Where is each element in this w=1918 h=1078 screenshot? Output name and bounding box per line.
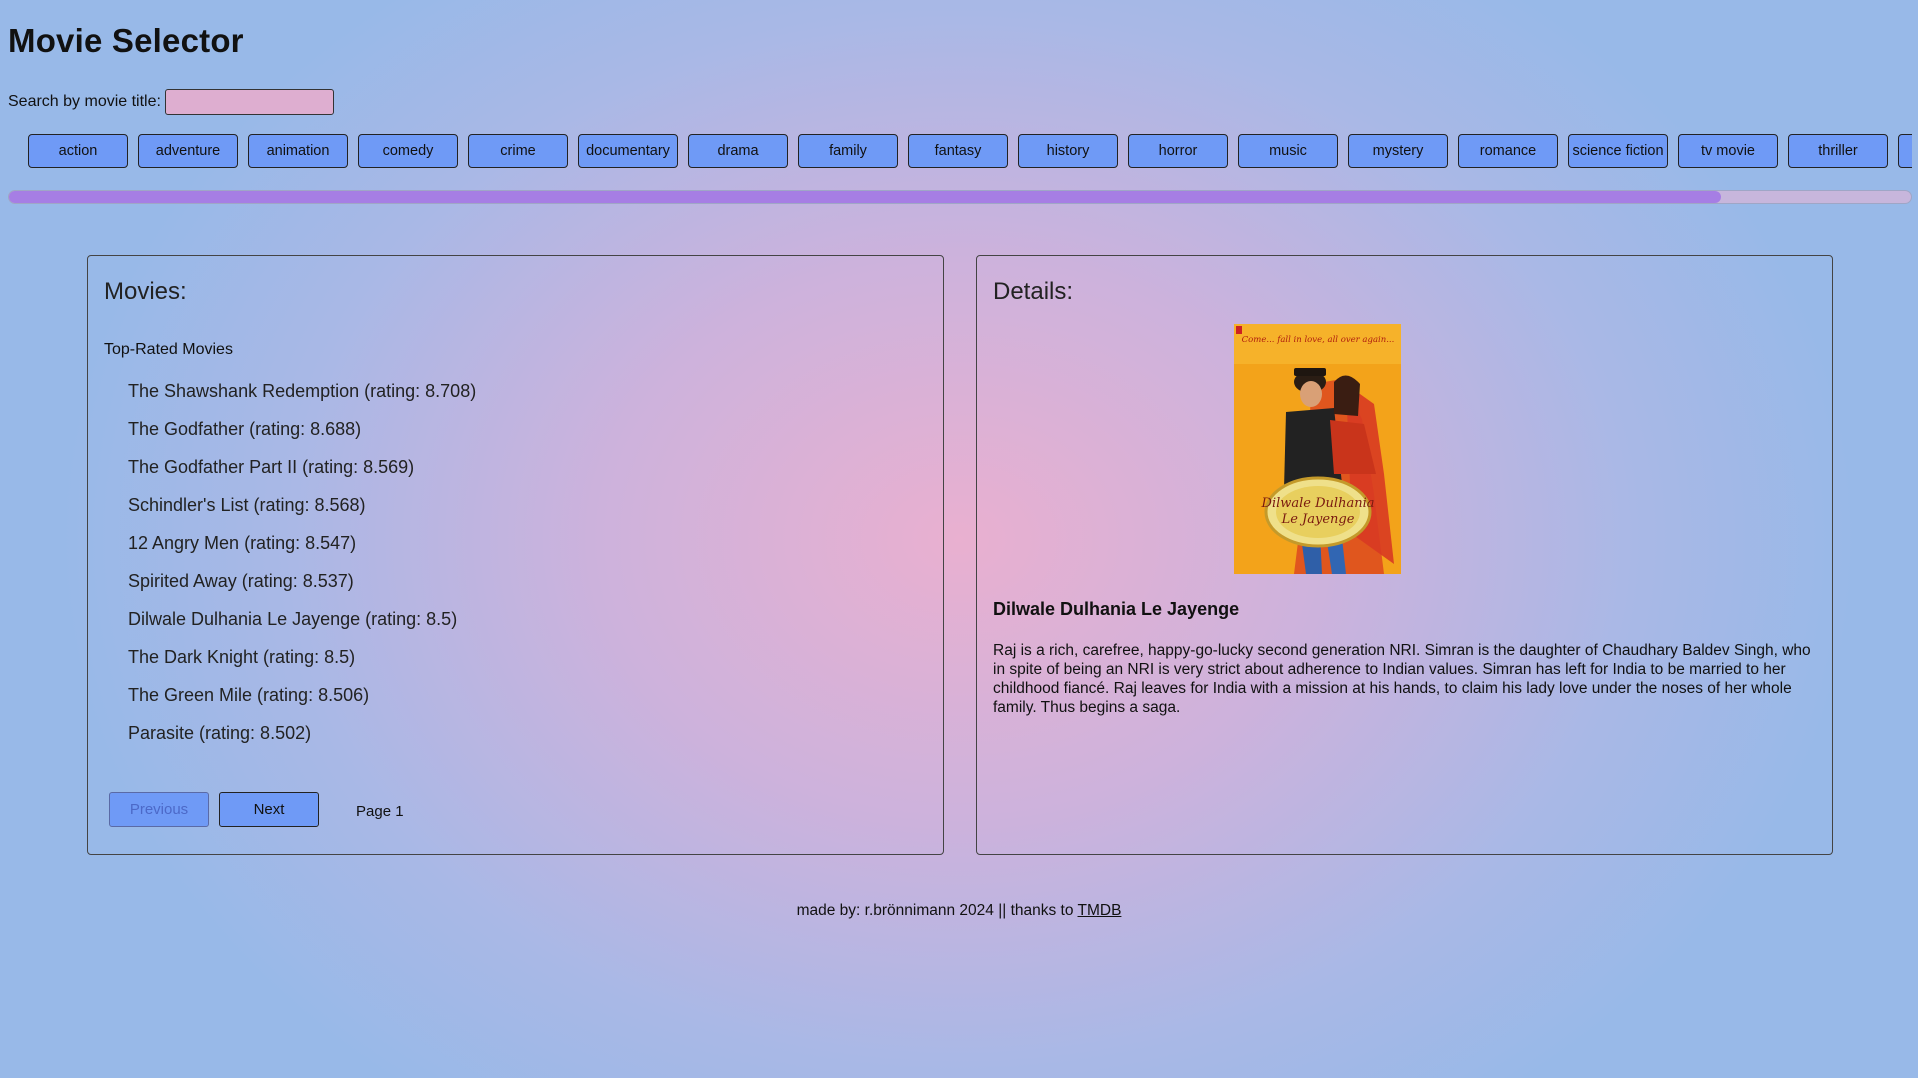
movie-list-item[interactable]: The Green Mile (rating: 8.506) xyxy=(128,684,476,722)
movie-list-item[interactable]: Spirited Away (rating: 8.537) xyxy=(128,570,476,608)
movie-list-item[interactable]: The Dark Knight (rating: 8.5) xyxy=(128,646,476,684)
genre-button[interactable]: adventure xyxy=(138,134,238,168)
genre-button[interactable]: family xyxy=(798,134,898,168)
movie-list-item[interactable]: Dilwale Dulhania Le Jayenge (rating: 8.5… xyxy=(128,608,476,646)
next-button[interactable]: Next xyxy=(219,792,319,827)
genre-button[interactable]: tv movie xyxy=(1678,134,1778,168)
genre-button[interactable]: drama xyxy=(688,134,788,168)
genre-button[interactable]: science fiction xyxy=(1568,134,1668,168)
movies-panel: Movies: Top-Rated Movies The Shawshank R… xyxy=(87,255,944,855)
poster-logo-line1: Dilwale Dulhania xyxy=(1261,496,1375,511)
page-indicator: Page 1 xyxy=(356,803,404,820)
previous-button[interactable]: Previous xyxy=(109,792,209,827)
movie-list-item[interactable]: The Godfather (rating: 8.688) xyxy=(128,418,476,456)
search-label: Search by movie title: xyxy=(8,93,161,110)
movie-list-item[interactable]: The Godfather Part II (rating: 8.569) xyxy=(128,456,476,494)
movie-list-item[interactable]: Parasite (rating: 8.502) xyxy=(128,722,476,760)
list-title: Top-Rated Movies xyxy=(104,341,233,358)
genre-button[interactable]: documentary xyxy=(578,134,678,168)
genre-button-partial[interactable] xyxy=(1898,134,1912,168)
genre-button[interactable]: fantasy xyxy=(908,134,1008,168)
genre-button[interactable]: mystery xyxy=(1348,134,1448,168)
genre-button[interactable]: music xyxy=(1238,134,1338,168)
footer-text: made by: r.brönnimann 2024 || thanks to xyxy=(796,902,1078,919)
movies-heading: Movies: xyxy=(104,278,187,305)
poster-logo-line2: Le Jayenge xyxy=(1281,512,1355,527)
genre-button[interactable]: comedy xyxy=(358,134,458,168)
page-title: Movie Selector xyxy=(8,22,244,59)
genre-button-list: action adventure animation comedy crime docum… xyxy=(28,134,1912,168)
details-heading: Details: xyxy=(993,278,1074,305)
genre-button[interactable]: thriller xyxy=(1788,134,1888,168)
genre-button[interactable]: crime xyxy=(468,134,568,168)
genre-button[interactable]: romance xyxy=(1458,134,1558,168)
footer: made by: r.brönnimann 2024 || thanks to … xyxy=(0,902,1918,920)
poster-artwork: Come... fall in love, all over again... … xyxy=(1234,324,1401,574)
genre-button[interactable]: history xyxy=(1018,134,1118,168)
poster-badge xyxy=(1236,326,1242,334)
pagination: Previous Next Page 1 xyxy=(109,792,404,827)
genre-button[interactable]: action xyxy=(28,134,128,168)
search-input[interactable] xyxy=(164,89,334,115)
movie-poster: Come... fall in love, all over again... … xyxy=(1234,324,1401,574)
search-row: Search by movie title: xyxy=(8,89,334,115)
movie-list-item[interactable]: Schindler's List (rating: 8.568) xyxy=(128,494,476,532)
poster-tagline: Come... fall in love, all over again... xyxy=(1242,335,1395,345)
genre-button[interactable]: horror xyxy=(1128,134,1228,168)
tmdb-link[interactable]: TMDB xyxy=(1078,902,1122,919)
movie-list: The Shawshank Redemption (rating: 8.708)… xyxy=(128,380,476,760)
genre-scrollbar-thumb[interactable] xyxy=(9,191,1721,203)
genre-button[interactable]: animation xyxy=(248,134,348,168)
movie-list-item[interactable]: The Shawshank Redemption (rating: 8.708) xyxy=(128,380,476,418)
details-panel: Details: Come... fall in love, all over … xyxy=(976,255,1833,855)
movie-title: Dilwale Dulhania Le Jayenge xyxy=(993,599,1240,619)
genre-scrollbar[interactable] xyxy=(8,190,1912,204)
movie-list-item[interactable]: 12 Angry Men (rating: 8.547) xyxy=(128,532,476,570)
movie-overview: Raj is a rich, carefree, happy-go-lucky … xyxy=(993,642,1811,716)
